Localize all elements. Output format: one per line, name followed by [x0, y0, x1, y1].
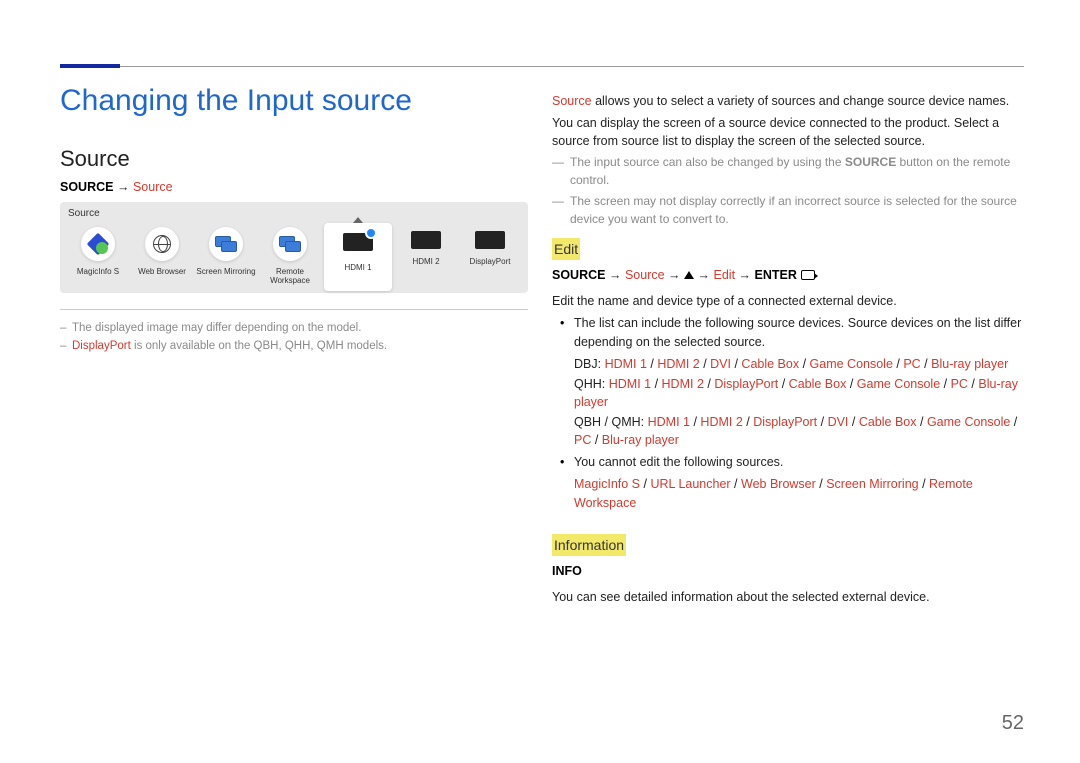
red-list: HDMI 1 / HDMI 2 / DisplayPort / Cable Bo… — [574, 377, 1018, 409]
section-heading-source: Source — [60, 146, 528, 172]
red-list: HDMI 1 / HDMI 2 / DVI / Cable Box / Game… — [605, 357, 1009, 371]
page-title: Changing the Input source — [60, 84, 528, 118]
info-description: You can see detailed information about t… — [552, 588, 1024, 606]
header-accent — [60, 64, 120, 68]
source-label: DisplayPort — [460, 257, 520, 266]
tech-note: The screen may not display correctly if … — [552, 193, 1024, 228]
active-badge-icon — [365, 227, 377, 239]
source-row: MagicInfo S Web Browser Screen Mirroring… — [68, 223, 520, 291]
model-line-qbh: QBH / QMH: HDMI 1 / HDMI 2 / DisplayPort… — [574, 413, 1024, 449]
list-item: The list can include the following sourc… — [552, 314, 1024, 449]
note-list: The displayed image may differ depending… — [60, 309, 528, 352]
page-number: 52 — [1002, 712, 1024, 735]
info-label: INFO — [552, 562, 1024, 580]
model-line-qhh: QHH: HDMI 1 / HDMI 2 / DisplayPort / Cab… — [574, 375, 1024, 411]
subheading-information: Information — [552, 534, 626, 556]
source-item-mirroring: Screen Mirroring — [196, 223, 256, 291]
right-column: Source allows you to select a variety of… — [552, 48, 1024, 610]
source-item-displayport: DisplayPort — [460, 223, 520, 291]
tech-note: The input source can also be changed by … — [552, 154, 1024, 189]
red-list: MagicInfo S / URL Launcher / Web Browser… — [574, 477, 973, 509]
noedit-line: MagicInfo S / URL Launcher / Web Browser… — [574, 475, 1024, 511]
intro-paragraph: Source allows you to select a variety of… — [552, 92, 1024, 110]
page-content: Changing the Input source Source SOURCE … — [0, 0, 1080, 610]
source-label: Screen Mirroring — [196, 267, 256, 276]
arrow-icon: → — [117, 180, 130, 194]
note-red: DisplayPort — [72, 340, 131, 352]
source-label: Web Browser — [132, 267, 192, 276]
mirroring-icon — [209, 227, 243, 261]
note-item: DisplayPort is only available on the QBH… — [60, 340, 528, 352]
source-item-remote: Remote Workspace — [260, 223, 320, 291]
left-column: Changing the Input source Source SOURCE … — [60, 48, 528, 610]
source-item-hdmi1: HDMI 1 — [324, 223, 392, 291]
displayport-icon — [472, 227, 508, 251]
source-panel-title: Source — [68, 208, 520, 219]
header-rule — [60, 66, 1024, 67]
hdmi-icon — [408, 227, 444, 251]
triangle-up-icon — [684, 271, 694, 279]
source-item-magicinfo: MagicInfo S — [68, 223, 128, 291]
source-label: HDMI 2 — [396, 257, 456, 266]
body-paragraph: You can display the screen of a source d… — [552, 114, 1024, 150]
edit-bullet-list: The list can include the following sourc… — [552, 314, 1024, 511]
enter-icon — [801, 270, 815, 280]
remote-icon — [273, 227, 307, 261]
source-label: HDMI 1 — [328, 263, 388, 272]
model-line-dbj: DBJ: HDMI 1 / HDMI 2 / DVI / Cable Box /… — [574, 355, 1024, 373]
magicinfo-icon — [81, 227, 115, 261]
path-source-red: Source — [133, 180, 173, 194]
edit-description: Edit the name and device type of a conne… — [552, 292, 1024, 310]
source-panel: Source MagicInfo S Web Browser Screen Mi… — [60, 202, 528, 293]
source-label: MagicInfo S — [68, 267, 128, 276]
list-item: You cannot edit the following sources. M… — [552, 453, 1024, 511]
note-item: The displayed image may differ depending… — [60, 322, 528, 334]
path-source-btn: SOURCE — [60, 180, 113, 194]
breadcrumb-source: SOURCE → Source — [60, 180, 528, 194]
source-item-hdmi2: HDMI 2 — [396, 223, 456, 291]
subheading-edit: Edit — [552, 238, 580, 260]
source-label: Remote Workspace — [260, 267, 320, 285]
breadcrumb-edit: SOURCE → Source → → Edit → ENTER — [552, 266, 1024, 284]
source-item-webbrowser: Web Browser — [132, 223, 192, 291]
globe-icon — [145, 227, 179, 261]
